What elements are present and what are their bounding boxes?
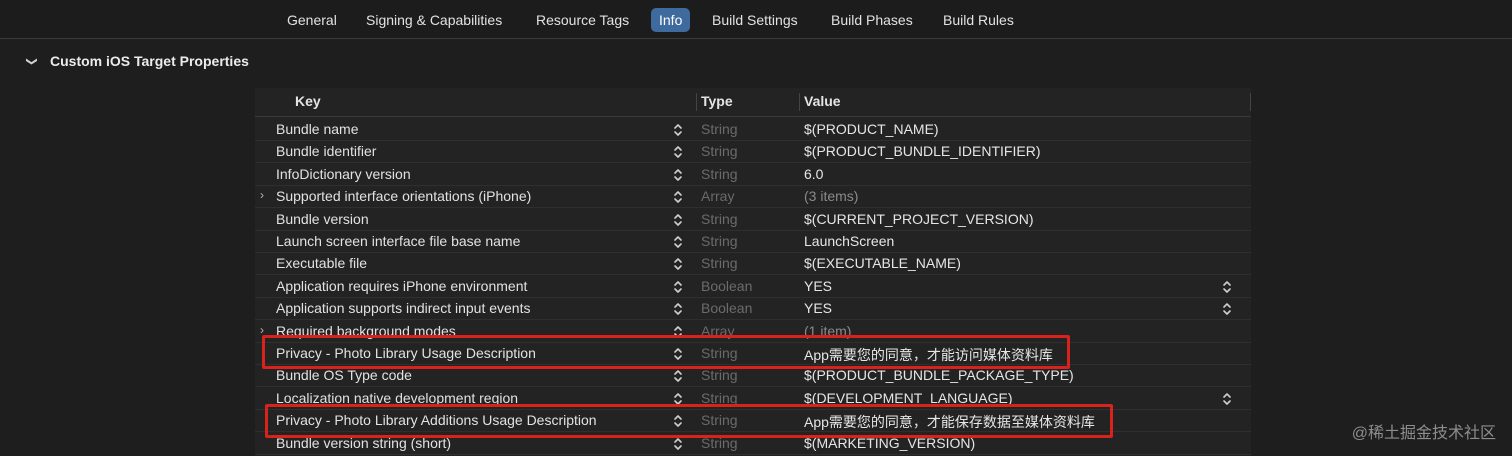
tab-build-rules[interactable]: Build Rules [935, 8, 1022, 32]
key-stepper-icon[interactable] [673, 368, 683, 384]
row-type[interactable]: String [701, 143, 738, 159]
row-type[interactable]: String [701, 211, 738, 227]
row-value[interactable]: YES [804, 300, 832, 316]
row-value[interactable]: $(CURRENT_PROJECT_VERSION) [804, 211, 1033, 227]
table-row[interactable]: Application requires iPhone environment B… [255, 275, 1251, 298]
table-row[interactable]: Executable file String $(EXECUTABLE_NAME) [255, 252, 1251, 276]
row-value[interactable]: 6.0 [804, 166, 823, 182]
row-key[interactable]: Launch screen interface file base name [276, 233, 520, 249]
table-row[interactable]: Launch screen interface file base name St… [255, 230, 1251, 253]
watermark: @稀土掘金技术社区 [1351, 425, 1496, 442]
table-row[interactable]: Bundle name String $(PRODUCT_NAME) [255, 118, 1251, 141]
row-value[interactable]: LaunchScreen [804, 233, 894, 249]
row-type[interactable]: Boolean [701, 278, 752, 294]
table-row[interactable]: InfoDictionary version String 6.0 [255, 163, 1251, 186]
tab-resource-tags[interactable]: Resource Tags [528, 8, 637, 32]
column-header-key[interactable]: Key [295, 93, 321, 109]
section-title: Custom iOS Target Properties [50, 53, 249, 69]
info-plist-table: Key Type Value Bundle name String $(PRODUC… [255, 88, 1251, 456]
row-value[interactable]: $(PRODUCT_BUNDLE_PACKAGE_TYPE) [804, 367, 1074, 383]
column-header-value[interactable]: Value [804, 93, 841, 109]
tab-signing-capabilities[interactable]: Signing & Capabilities [358, 8, 510, 32]
row-value[interactable]: YES [804, 278, 832, 294]
key-stepper-icon[interactable] [673, 256, 683, 272]
row-type[interactable]: String [701, 233, 738, 249]
row-key[interactable]: Bundle name [276, 121, 359, 137]
table-row[interactable]: Bundle identifier String $(PRODUCT_BUNDLE_… [255, 140, 1251, 164]
column-separator[interactable] [1250, 93, 1251, 111]
key-stepper-icon[interactable] [673, 234, 683, 250]
key-stepper-icon[interactable] [673, 167, 683, 183]
tab-general[interactable]: General [279, 8, 345, 32]
row-type[interactable]: Array [701, 188, 734, 204]
key-stepper-icon[interactable] [673, 301, 683, 317]
chevron-right-icon[interactable]: › [260, 188, 270, 202]
editor-tab-bar: General Signing & Capabilities Resource … [0, 0, 1512, 39]
row-value[interactable]: $(PRODUCT_NAME) [804, 121, 939, 137]
row-type[interactable]: String [701, 166, 738, 182]
tab-build-phases[interactable]: Build Phases [823, 8, 921, 32]
value-stepper-icon[interactable] [1222, 391, 1232, 407]
value-stepper-icon[interactable] [1222, 301, 1232, 317]
table-header: Key Type Value [255, 88, 1251, 117]
column-header-type[interactable]: Type [701, 93, 733, 109]
row-key[interactable]: Bundle identifier [276, 143, 376, 159]
row-key[interactable]: Supported interface orientations (iPhone… [276, 188, 531, 204]
row-key[interactable]: Application requires iPhone environment [276, 278, 527, 294]
highlight-box-photo-library-additions-usage [265, 404, 1113, 438]
row-type[interactable]: String [701, 367, 738, 383]
highlight-box-photo-library-usage [262, 335, 1070, 369]
key-stepper-icon[interactable] [673, 279, 683, 295]
key-stepper-icon[interactable] [673, 144, 683, 160]
section-custom-ios-target-properties[interactable]: ❯ Custom iOS Target Properties [24, 50, 249, 72]
column-separator[interactable] [799, 93, 800, 111]
row-value[interactable]: $(EXECUTABLE_NAME) [804, 255, 961, 271]
tab-build-settings[interactable]: Build Settings [704, 8, 806, 32]
row-value[interactable]: (3 items) [804, 188, 858, 204]
table-row[interactable]: Application supports indirect input even… [255, 297, 1251, 321]
row-type[interactable]: Boolean [701, 300, 752, 316]
value-stepper-icon[interactable] [1222, 279, 1232, 295]
column-separator[interactable] [696, 93, 697, 111]
row-key[interactable]: Executable file [276, 255, 367, 271]
row-value[interactable]: $(PRODUCT_BUNDLE_IDENTIFIER) [804, 143, 1040, 159]
row-key[interactable]: Bundle version [276, 211, 369, 227]
table-row[interactable]: › Supported interface orientations (iPhon… [255, 185, 1251, 209]
row-key[interactable]: Application supports indirect input even… [276, 300, 530, 316]
table-row[interactable]: Bundle version String $(CURRENT_PROJECT_VE… [255, 208, 1251, 231]
row-type[interactable]: String [701, 255, 738, 271]
tab-info[interactable]: Info [651, 8, 691, 32]
row-key[interactable]: InfoDictionary version [276, 166, 411, 182]
row-type[interactable]: String [701, 121, 738, 137]
row-key[interactable]: Bundle OS Type code [276, 367, 412, 383]
chevron-down-icon[interactable]: ❯ [26, 53, 39, 69]
key-stepper-icon[interactable] [673, 122, 683, 138]
key-stepper-icon[interactable] [673, 189, 683, 205]
key-stepper-icon[interactable] [673, 212, 683, 228]
